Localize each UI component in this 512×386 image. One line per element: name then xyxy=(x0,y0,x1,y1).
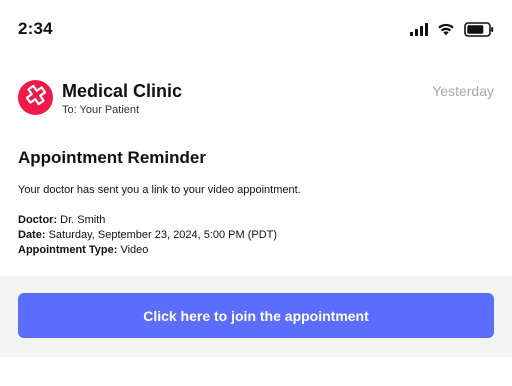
signal-icon xyxy=(410,22,428,36)
recipient-line: To: Your Patient xyxy=(62,104,140,116)
status-bar: 2:34 xyxy=(0,0,512,58)
action-footer: Click here to join the appointment xyxy=(0,276,512,357)
detail-row-date: Date: Saturday, September 23, 2024, 5:00… xyxy=(18,228,277,243)
detail-label: Doctor: xyxy=(18,214,58,226)
detail-row-type: Appointment Type: Video xyxy=(18,243,277,258)
detail-value: Video xyxy=(120,244,149,256)
detail-value: Saturday, September 23, 2024, 5:00 PM (P… xyxy=(48,229,278,241)
email-header: Medical Clinic To: Your Patient Yesterda… xyxy=(18,80,494,120)
status-icons xyxy=(410,20,494,38)
detail-label: Appointment Type: xyxy=(18,244,118,256)
detail-label: Date: xyxy=(18,229,46,241)
status-time: 2:34 xyxy=(18,19,53,38)
detail-row-doctor: Doctor: Dr. Smith xyxy=(18,213,277,228)
join-appointment-button[interactable]: Click here to join the appointment xyxy=(18,293,494,338)
medical-cross-icon xyxy=(25,84,47,111)
email-subject: Appointment Reminder xyxy=(18,148,206,167)
sender-name: Medical Clinic xyxy=(62,81,183,101)
avatar xyxy=(18,80,53,115)
email-date: Yesterday xyxy=(432,83,494,99)
battery-icon xyxy=(464,21,494,37)
wifi-icon xyxy=(437,22,455,36)
appointment-details: Doctor: Dr. Smith Date: Saturday, Septem… xyxy=(18,213,277,258)
email-intro: Your doctor has sent you a link to your … xyxy=(18,184,301,196)
detail-value: Dr. Smith xyxy=(60,214,106,226)
